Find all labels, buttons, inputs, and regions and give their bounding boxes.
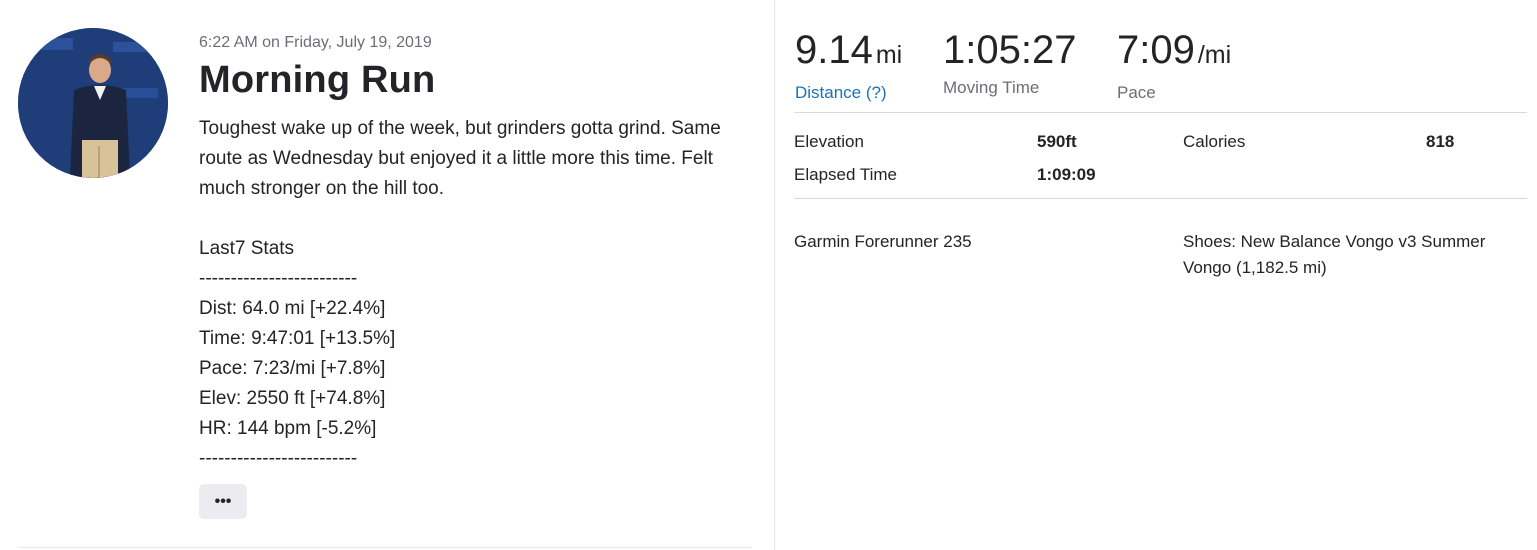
calories-label: Calories — [1183, 131, 1246, 151]
activity-stats-panel: 9.14 mi Distance (?) 1:05:27 Moving Time … — [775, 0, 1537, 550]
avatar-photo — [18, 28, 168, 178]
elevation-value: 590ft — [1037, 131, 1077, 151]
divider — [794, 112, 1527, 113]
shoes-info: Shoes: New Balance Vongo v3 Summer Vongo… — [1183, 232, 1486, 277]
stat-pace: 7:09/mi Pace — [1117, 28, 1297, 104]
activity-details-panel: 6:22 AM on Friday, July 19, 2019 Morning… — [0, 0, 775, 550]
pace-number: 7:09 — [1117, 28, 1195, 72]
secondary-stats-row: Elevation 590ft Calories 818 — [794, 125, 1494, 158]
primary-stats: 9.14 mi Distance (?) 1:05:27 Moving Time … — [795, 28, 1297, 104]
moving-time-value: 1:05:27 — [943, 28, 1077, 72]
distance-unit: mi — [875, 41, 903, 69]
gear-info: Garmin Forerunner 235 Shoes: New Balance… — [794, 229, 1527, 281]
activity-info: 6:22 AM on Friday, July 19, 2019 Morning… — [199, 32, 759, 474]
stat-distance: 9.14 mi Distance (?) — [795, 28, 943, 104]
distance-number: 9.14 — [795, 28, 873, 72]
elapsed-time-label: Elapsed Time — [794, 164, 897, 184]
secondary-stats: Elevation 590ft Calories 818 Elapsed Tim… — [794, 125, 1494, 191]
divider — [794, 198, 1527, 199]
secondary-stats-row: Elapsed Time 1:09:09 — [794, 158, 1494, 191]
stat-moving-time: 1:05:27 Moving Time — [943, 28, 1117, 104]
more-options-button[interactable]: ••• — [199, 484, 247, 519]
device-name: Garmin Forerunner 235 — [794, 232, 972, 251]
activity-timestamp: 6:22 AM on Friday, July 19, 2019 — [199, 34, 432, 51]
activity-description: Toughest wake up of the week, but grinde… — [199, 118, 721, 469]
pace-unit: /mi — [1197, 41, 1232, 69]
distance-value: 9.14 mi — [795, 28, 943, 77]
athlete-avatar[interactable] — [18, 28, 168, 178]
calories-value: 818 — [1426, 131, 1455, 151]
activity-title: Morning Run — [199, 59, 436, 101]
distance-help-link[interactable]: Distance (?) — [795, 82, 943, 104]
divider — [18, 547, 752, 548]
pace-value: 7:09/mi — [1117, 28, 1297, 77]
elevation-label: Elevation — [794, 131, 864, 151]
elapsed-time-value: 1:09:09 — [1037, 164, 1096, 184]
pace-label: Pace — [1117, 83, 1156, 102]
moving-time-label: Moving Time — [943, 78, 1040, 97]
